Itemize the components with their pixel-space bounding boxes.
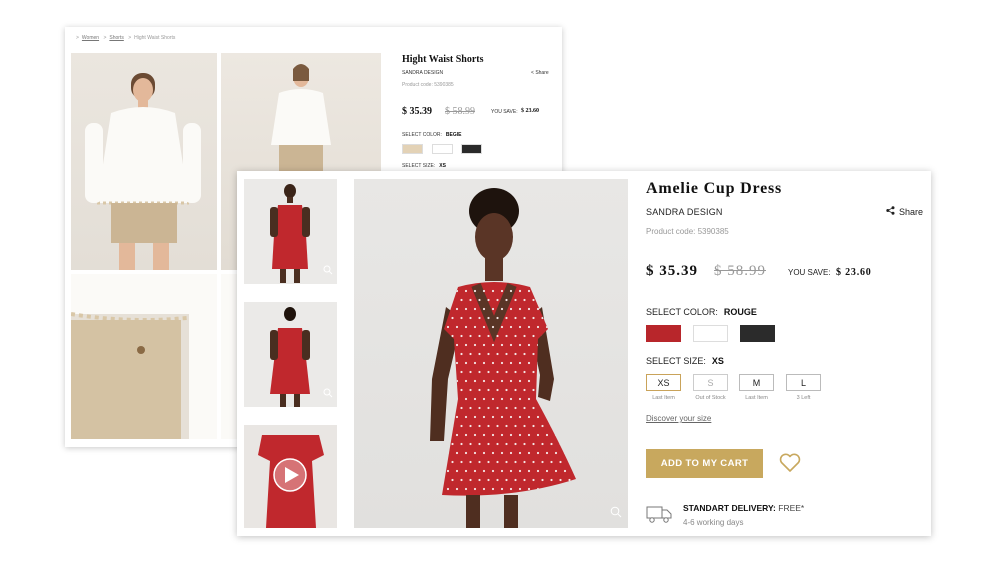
wishlist-heart-icon[interactable] [779,453,801,478]
gallery-image-detail-1[interactable] [71,274,217,439]
product-code: Product code: 5390385 [646,227,729,236]
price: $ 35.39 [402,106,432,117]
you-save-label: YOU SAVE: [788,268,831,277]
breadcrumb-current: Hight Waist Shorts [134,35,176,41]
you-save-value: $ 23.60 [836,267,872,278]
select-color-text: SELECT COLOR: [402,132,442,138]
product-title: Amelie Cup Dress [646,180,783,197]
color-swatch-rouge[interactable] [646,325,681,342]
zoom-icon [323,262,333,280]
select-size-text: SELECT SIZE: [646,356,706,366]
product-code: Product code: 5390385 [402,82,454,88]
delivery-days: 4-6 working days [683,518,744,527]
color-swatch-white[interactable] [693,325,728,342]
front-product-card: Amelie Cup Dress SANDRA DESIGN Share Pro… [237,171,931,536]
breadcrumb: > Women > Shorts > Hight Waist Shorts [76,35,176,41]
size-option-xs[interactable]: XS [646,374,681,391]
thumbnail-back[interactable] [244,302,337,407]
size-note-m: Last Item [745,395,768,401]
color-swatch-black[interactable] [740,325,775,342]
select-size-label: SELECT SIZE: XS [402,163,446,169]
breadcrumb-shorts[interactable]: Shorts [109,35,123,41]
share-label: Share [899,206,924,217]
delivery-info: STANDART DELIVERY: FREE* [683,503,804,513]
delivery-label: STANDART DELIVERY: [683,503,776,513]
select-color-label: SELECT COLOR: BEGIE [402,132,461,138]
main-product-image[interactable] [354,179,628,528]
zoom-icon [323,385,333,403]
color-swatch-black[interactable] [461,144,482,154]
old-price: $ 58.99 [714,263,766,279]
select-size-text: SELECT SIZE: [402,163,436,169]
delivery-truck-icon [646,504,672,529]
size-option-s[interactable]: S [693,374,728,391]
selected-size: XS [711,356,724,366]
size-note-l: 3 Left [796,395,811,401]
share-label: Share [535,70,549,76]
add-to-cart-button[interactable]: ADD TO MY CART [646,449,763,478]
discover-size-link[interactable]: Discover your size [646,414,711,423]
color-swatch-beige[interactable] [402,144,423,154]
thumbnail-video[interactable] [244,425,337,528]
size-option-m[interactable]: M [739,374,774,391]
share-icon [886,206,895,217]
select-color-label: SELECT COLOR: ROUGE [646,307,757,317]
you-save-label: YOU SAVE: [491,109,518,115]
share-icon: < [531,70,534,76]
size-note-s: Out of Stock [695,395,726,401]
price: $ 35.39 [646,263,698,279]
thumbnail-front[interactable] [244,179,337,284]
selected-color: BEGIE [445,132,462,138]
selected-color: ROUGE [723,307,757,317]
delivery-value: FREE* [778,503,805,513]
gallery-image-front[interactable] [71,53,217,270]
size-note-xs: Last Item [652,395,675,401]
share-button[interactable]: Share [886,206,923,217]
select-size-label: SELECT SIZE: XS [646,356,724,366]
zoom-icon [610,505,622,523]
selected-size: XS [439,163,446,169]
brand-name: SANDRA DESIGN [402,70,444,76]
breadcrumb-women[interactable]: Women [82,35,99,41]
size-option-l[interactable]: L [786,374,821,391]
product-title: Hight Waist Shorts [402,54,484,65]
old-price: $ 58.99 [445,106,475,117]
select-color-text: SELECT COLOR: [646,307,718,317]
you-save-value: $ 23.60 [521,108,539,114]
color-swatch-white[interactable] [432,144,453,154]
share-button[interactable]: < Share [531,70,549,76]
brand-name: SANDRA DESIGN [646,207,723,217]
